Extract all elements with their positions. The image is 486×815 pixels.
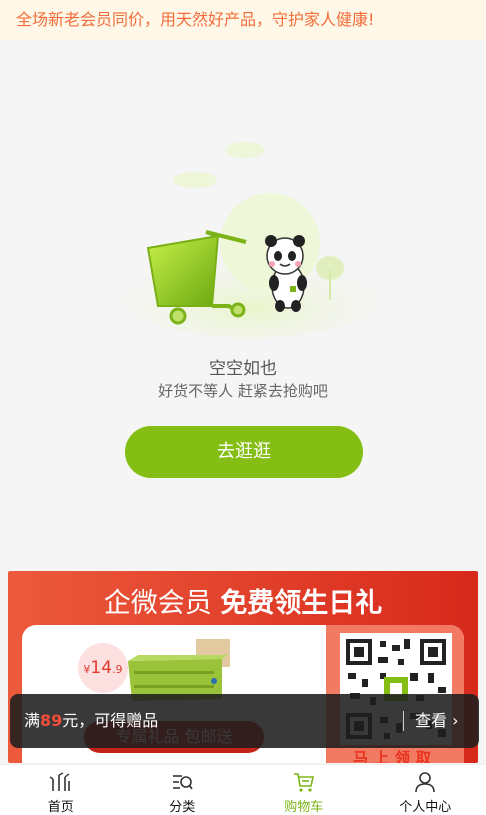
toast-divider — [403, 711, 404, 731]
price-main: 14 — [90, 658, 113, 678]
promo-notice-text: 全场新老会员同价，用天然好产品，守护家人健康! — [16, 10, 375, 29]
tab-profile[interactable]: 个人中心 — [365, 765, 486, 815]
banner-title-prefix: 企微会员 — [103, 588, 212, 619]
promo-notice: 全场新老会员同价，用天然好产品，守护家人健康! — [0, 0, 486, 40]
chevron-right-icon: › — [452, 711, 459, 730]
empty-cart-illustration — [100, 138, 390, 338]
tab-cart[interactable]: 购物车 — [243, 765, 365, 815]
home-bamboo-icon — [49, 772, 70, 791]
view-gift-label: 查看 — [415, 711, 448, 730]
tab-home-label: 首页 — [47, 800, 74, 815]
tab-category[interactable]: 分类 — [122, 765, 244, 815]
bottom-tab-bar: 首页 分类 购物车 个人中心 — [0, 764, 486, 815]
view-gift-link[interactable]: 查看 › — [415, 694, 459, 748]
qr-caption: 马上领取 — [352, 749, 437, 763]
user-icon — [415, 772, 436, 793]
empty-subtitle: 好货不等人 赶紧去抢购吧 — [158, 382, 328, 400]
tab-home[interactable]: 首页 — [0, 765, 122, 815]
empty-title: 空空如也 — [209, 359, 277, 379]
toast-prefix: 满 — [24, 711, 41, 730]
tab-cart-label: 购物车 — [284, 800, 324, 815]
toast-text: 满89元，可得赠品 — [24, 694, 158, 748]
banner-title-bold: 免费领生日礼 — [220, 588, 383, 619]
tab-category-label: 分类 — [169, 800, 196, 815]
tab-profile-label: 个人中心 — [399, 800, 452, 815]
go-shopping-button[interactable]: 去逛逛 — [125, 426, 363, 478]
toast-amount: 89 — [40, 711, 63, 730]
price-decimal: .9 — [112, 663, 123, 676]
banner-title: 企微会员 免费领生日礼 — [8, 581, 478, 620]
toast-suffix: 元，可得赠品 — [62, 711, 159, 730]
price-badge: ¥14.9 — [78, 643, 128, 693]
category-search-icon — [173, 775, 193, 790]
gift-threshold-toast: 满89元，可得赠品 查看 › — [10, 694, 479, 748]
cart-icon — [293, 773, 314, 792]
